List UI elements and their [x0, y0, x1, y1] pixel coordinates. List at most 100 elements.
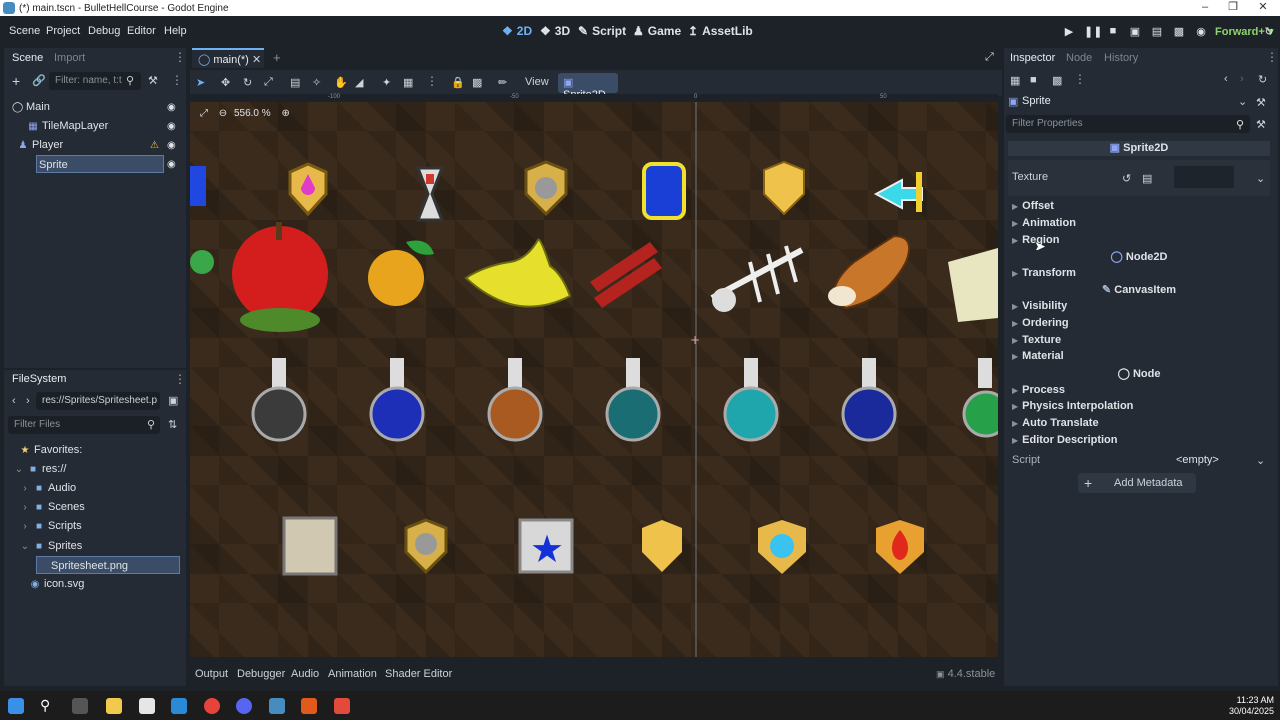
scene-options-icon[interactable]: ⋮ — [171, 73, 183, 87]
script-property[interactable]: Script <empty> ⌄ — [1008, 451, 1270, 469]
tree-item-main[interactable]: ◯ Main — [12, 98, 180, 116]
snap-options-icon[interactable]: ⋮ — [426, 74, 438, 88]
menu-debug[interactable]: Debug — [88, 25, 120, 37]
texture-edit-icon[interactable]: ▤ — [1142, 172, 1152, 185]
file-explorer-icon[interactable] — [106, 698, 122, 714]
visibility-eye-icon[interactable]: ◉ — [167, 102, 176, 113]
pivot-tool-icon[interactable]: ✧ — [312, 76, 321, 89]
movie-maker-button[interactable]: ◉ — [1194, 25, 1208, 38]
visibility-eye-icon[interactable]: ◉ — [167, 140, 176, 151]
tab-debugger[interactable]: Debugger — [237, 668, 285, 680]
group-auto-translate[interactable]: ▶ Auto Translate — [1008, 417, 1270, 433]
bone-tool-icon[interactable]: ✏ — [498, 76, 507, 89]
group-material[interactable]: ▶ Material — [1008, 350, 1270, 366]
group-visibility[interactable]: ▶ Visibility — [1008, 300, 1270, 316]
run-custom-scene-button[interactable]: ▩ — [1172, 25, 1186, 38]
instance-scene-icon[interactable]: 🔗 — [32, 74, 46, 87]
zoom-level[interactable]: 556.0 % — [234, 108, 271, 119]
grid-snap-icon[interactable]: ▦ — [403, 76, 413, 89]
open-resource-icon[interactable]: ■ — [1030, 74, 1037, 86]
property-options-icon[interactable]: ⚒ — [1256, 118, 1266, 131]
revert-icon[interactable]: ↺ — [1122, 172, 1131, 185]
system-clock[interactable]: 11:23 AM 30/04/2025 — [1220, 695, 1274, 717]
group-editor-description[interactable]: ▶ Editor Description — [1008, 434, 1270, 450]
ruler-tool-icon[interactable]: ◢ — [355, 76, 363, 89]
lock-icon[interactable]: 🔒 — [451, 76, 465, 89]
godot-taskbar-icon[interactable] — [269, 698, 285, 714]
file-icon-svg-item[interactable]: ◉ icon.svg — [30, 575, 85, 593]
pan-tool-icon[interactable]: ✋ — [334, 76, 348, 89]
zoom-in-icon[interactable]: ⊕ — [281, 108, 289, 119]
folder-scenes-item[interactable]: › ■ Scenes — [20, 498, 84, 516]
view-menu[interactable]: View — [525, 76, 549, 88]
zoom-out-icon[interactable]: ⊖ — [219, 108, 227, 119]
search-icon[interactable]: ⚲ — [40, 698, 56, 714]
tool-settings-icon[interactable]: ⚒ — [1256, 96, 1266, 109]
tab-output[interactable]: Output — [195, 668, 228, 680]
group-texture[interactable]: ▶ Texture — [1008, 334, 1270, 350]
group-ordering[interactable]: ▶ Ordering — [1008, 317, 1270, 333]
tab-scene[interactable]: Scene — [12, 52, 43, 64]
dock-menu-icon[interactable]: ⋮ — [174, 372, 186, 386]
remote-debug-button[interactable]: ▣ — [1128, 25, 1142, 38]
close-window-button[interactable]: ✕ — [1248, 0, 1278, 16]
group-animation[interactable]: ▶ Animation — [1008, 217, 1270, 233]
object-selector[interactable]: ▣ Sprite ⌄ — [1006, 92, 1252, 110]
menu-project[interactable]: Project — [46, 25, 80, 37]
texture-preview[interactable] — [1174, 166, 1234, 188]
dock-menu-icon[interactable]: ⋮ — [174, 50, 186, 64]
tab-audio[interactable]: Audio — [291, 668, 319, 680]
discord-icon[interactable] — [236, 698, 252, 714]
group-process[interactable]: ▶ Process — [1008, 384, 1270, 400]
save-resource-icon[interactable]: ▩ — [1052, 74, 1062, 87]
close-tab-icon[interactable]: ✕ — [252, 53, 261, 66]
resource-options-icon[interactable]: ⋮ — [1074, 72, 1086, 86]
tab-node[interactable]: Node — [1066, 52, 1092, 64]
add-node-button[interactable]: + — [12, 73, 20, 89]
attach-script-icon[interactable]: ⚒ — [148, 74, 158, 87]
favorites-item[interactable]: ★ Favorites: — [20, 441, 83, 459]
canvas-viewport[interactable]: + ★ ⤢ ⊖ 556.0 % ⊕ — [190, 102, 998, 657]
tab-animation[interactable]: Animation — [328, 668, 377, 680]
sort-icon[interactable]: ⇅ — [168, 418, 177, 431]
stop-button[interactable]: ■ — [1106, 25, 1120, 37]
folder-scripts-item[interactable]: › ■ Scripts — [20, 517, 81, 535]
chevron-down-icon[interactable]: ⌄ — [1256, 454, 1265, 467]
blender-icon[interactable] — [301, 698, 317, 714]
tree-item-tilemaplayer[interactable]: ▦ TileMapLayer — [28, 117, 180, 135]
texture-property[interactable]: Texture ↺ ▤ ⌄ — [1008, 160, 1270, 196]
forward-arrow-icon[interactable]: › — [26, 395, 30, 407]
split-mode-icon[interactable]: ▣ — [168, 394, 178, 407]
sprite2d-menu-button[interactable]: ▣ Sprite2D — [558, 73, 618, 101]
center-view-icon[interactable]: ⤢ — [200, 108, 208, 119]
tab-inspector[interactable]: Inspector — [1010, 52, 1055, 64]
group-region[interactable]: ▶ Region — [1008, 234, 1270, 250]
warning-icon[interactable]: ⚠ — [150, 140, 159, 151]
tree-item-sprite[interactable]: Sprite — [36, 155, 164, 173]
visibility-eye-icon[interactable]: ◉ — [167, 121, 176, 132]
pause-button[interactable]: ❚❚ — [1084, 25, 1102, 38]
maximize-button[interactable]: ❐ — [1218, 0, 1248, 16]
list-select-icon[interactable]: ▤ — [290, 76, 300, 89]
res-root-item[interactable]: ⌄ ■ res:// — [14, 460, 67, 478]
folder-sprites-item[interactable]: ⌄ ■ Sprites — [20, 537, 82, 555]
workspace-assetlib-button[interactable]: ↥ AssetLib — [688, 24, 753, 38]
menu-editor[interactable]: Editor — [127, 25, 156, 37]
add-scene-tab-button[interactable]: + — [273, 50, 281, 65]
tab-main-scene[interactable]: ◯ main(*) ✕ — [192, 48, 264, 68]
chrome-icon[interactable] — [204, 698, 220, 714]
workspace-2d-button[interactable]: ❖ 2D — [502, 24, 532, 38]
run-current-scene-button[interactable]: ▤ — [1150, 25, 1164, 38]
visibility-eye-icon[interactable]: ◉ — [167, 159, 176, 170]
object-history-icon[interactable]: ↻ — [1258, 73, 1267, 86]
distraction-free-icon[interactable]: ⤢ — [985, 51, 994, 64]
select-tool-icon[interactable]: ➤ — [196, 76, 205, 89]
group-icon[interactable]: ▩ — [472, 76, 482, 89]
group-physics-interpolation[interactable]: ▶ Physics Interpolation — [1008, 400, 1270, 416]
history-back-icon[interactable]: ‹ — [1224, 73, 1228, 85]
group-transform[interactable]: ▶ Transform — [1008, 267, 1270, 283]
move-tool-icon[interactable]: ✥ — [221, 76, 230, 89]
new-resource-icon[interactable]: ▦ — [1010, 74, 1020, 87]
filesystem-filter-input[interactable]: Filter Files — [8, 416, 160, 434]
back-arrow-icon[interactable]: ‹ — [12, 395, 16, 407]
